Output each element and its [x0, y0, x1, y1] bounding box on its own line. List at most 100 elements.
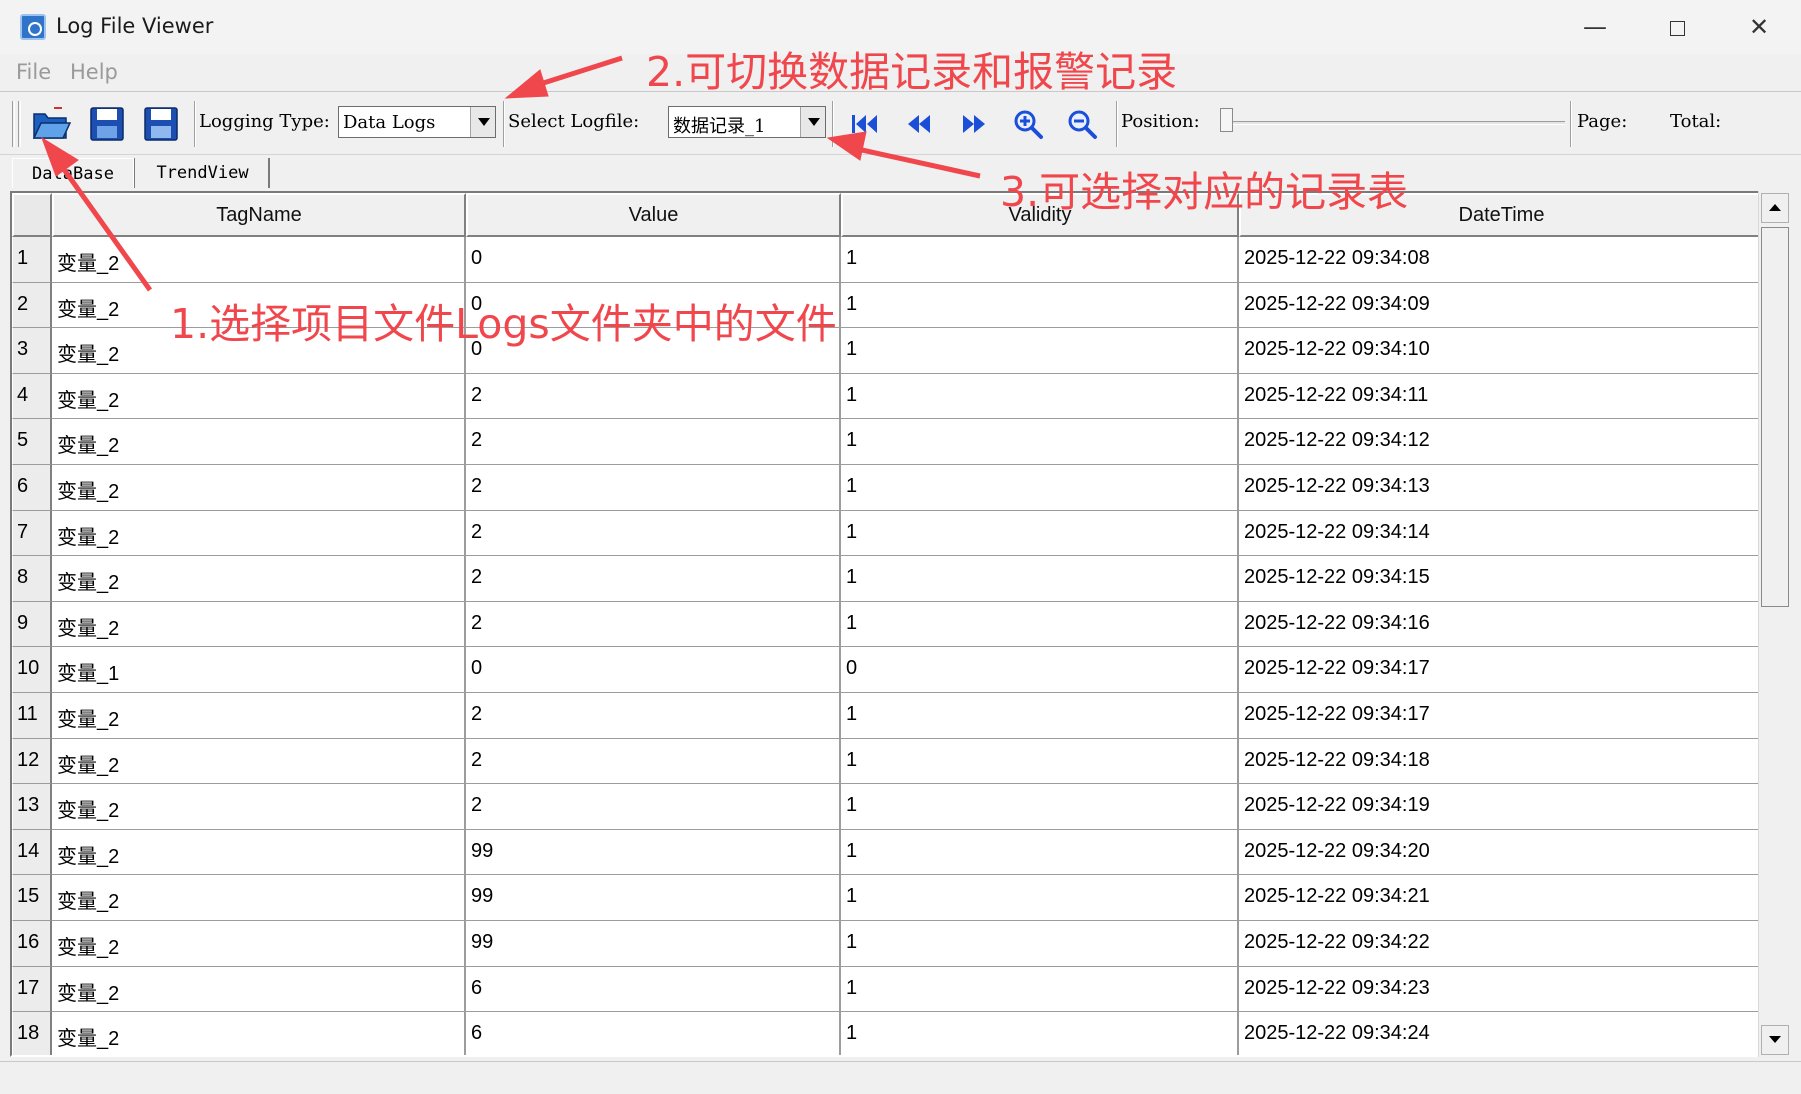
table-row[interactable]: 5 变量_2 2 1 2025-12-22 09:34:12 [12, 419, 1761, 465]
logging-type-select[interactable]: Data Logs [338, 106, 496, 138]
cell-value[interactable]: 99 [466, 829, 841, 876]
cell-tagname[interactable]: 变量_2 [52, 510, 466, 557]
minimize-button[interactable]: — [1565, 10, 1625, 44]
table-row[interactable]: 14 变量_2 99 1 2025-12-22 09:34:20 [12, 829, 1761, 876]
cell-tagname[interactable]: 变量_1 [52, 647, 466, 693]
cell-validity[interactable]: 1 [841, 282, 1239, 329]
cell-validity[interactable]: 1 [841, 875, 1239, 921]
cell-value[interactable]: 2 [466, 693, 841, 739]
save-button[interactable] [86, 103, 128, 145]
cell-validity[interactable]: 1 [841, 465, 1239, 511]
cell-datetime[interactable]: 2025-12-22 09:34:20 [1239, 830, 1761, 876]
zoom-out-icon[interactable] [1065, 107, 1099, 141]
column-header-value[interactable]: Value [466, 193, 841, 237]
row-number[interactable]: 11 [12, 693, 52, 739]
cell-datetime[interactable]: 2025-12-22 09:34:13 [1239, 465, 1761, 511]
chevron-down-icon[interactable] [470, 107, 496, 137]
table-row[interactable]: 9 变量_2 2 1 2025-12-22 09:34:16 [12, 601, 1761, 648]
cell-validity[interactable]: 1 [841, 601, 1239, 648]
table-row[interactable]: 10 变量_1 0 0 2025-12-22 09:34:17 [12, 647, 1761, 693]
cell-datetime[interactable]: 2025-12-22 09:34:08 [1239, 237, 1761, 283]
scroll-down-icon[interactable] [1761, 1025, 1789, 1055]
table-row[interactable]: 16 变量_2 99 1 2025-12-22 09:34:22 [12, 921, 1761, 967]
cell-datetime[interactable]: 2025-12-22 09:34:17 [1239, 647, 1761, 693]
cell-datetime[interactable]: 2025-12-22 09:34:10 [1239, 328, 1761, 374]
maximize-button[interactable] [1647, 10, 1707, 44]
vertical-scrollbar[interactable] [1758, 191, 1791, 1057]
table-row[interactable]: 18 变量_2 6 1 2025-12-22 09:34:24 [12, 1012, 1761, 1055]
cell-value[interactable]: 2 [466, 738, 841, 785]
cell-tagname[interactable]: 变量_2 [52, 966, 466, 1013]
cell-value[interactable]: 2 [466, 510, 841, 557]
cell-value[interactable]: 2 [466, 419, 841, 465]
cell-validity[interactable]: 1 [841, 419, 1239, 465]
select-logfile-select[interactable]: 数据记录_1 [668, 106, 826, 138]
cell-validity[interactable]: 1 [841, 328, 1239, 374]
cell-validity[interactable]: 1 [841, 237, 1239, 283]
cell-tagname[interactable]: 变量_2 [52, 237, 466, 283]
row-number[interactable]: 13 [12, 784, 52, 830]
table-row[interactable]: 17 变量_2 6 1 2025-12-22 09:34:23 [12, 966, 1761, 1013]
row-number[interactable]: 16 [12, 921, 52, 967]
cell-tagname[interactable]: 变量_2 [52, 693, 466, 739]
cell-tagname[interactable]: 变量_2 [52, 373, 466, 420]
row-number[interactable]: 18 [12, 1012, 52, 1055]
chevron-down-icon[interactable] [800, 107, 826, 137]
cell-tagname[interactable]: 变量_2 [52, 784, 466, 830]
cell-value[interactable]: 99 [466, 875, 841, 921]
row-number[interactable]: 15 [12, 875, 52, 921]
cell-tagname[interactable]: 变量_2 [52, 875, 466, 921]
cell-datetime[interactable]: 2025-12-22 09:34:12 [1239, 419, 1761, 465]
table-row[interactable]: 11 变量_2 2 1 2025-12-22 09:34:17 [12, 693, 1761, 739]
cell-validity[interactable]: 1 [841, 738, 1239, 785]
cell-validity[interactable]: 1 [841, 966, 1239, 1013]
cell-datetime[interactable]: 2025-12-22 09:34:09 [1239, 283, 1761, 329]
table-corner[interactable] [12, 193, 52, 237]
cell-validity[interactable]: 1 [841, 784, 1239, 830]
row-number[interactable]: 7 [12, 510, 52, 557]
cell-tagname[interactable]: 变量_2 [52, 738, 466, 785]
cell-validity[interactable]: 1 [841, 1012, 1239, 1055]
cell-datetime[interactable]: 2025-12-22 09:34:11 [1239, 374, 1761, 420]
cell-validity[interactable]: 1 [841, 921, 1239, 967]
cell-value[interactable]: 6 [466, 1012, 841, 1055]
scroll-thumb[interactable] [1761, 227, 1789, 607]
cell-validity[interactable]: 1 [841, 510, 1239, 557]
row-number[interactable]: 5 [12, 419, 52, 465]
table-row[interactable]: 12 变量_2 2 1 2025-12-22 09:34:18 [12, 738, 1761, 785]
tab-trendview[interactable]: TrendView [137, 158, 270, 188]
cell-datetime[interactable]: 2025-12-22 09:34:18 [1239, 739, 1761, 785]
row-number[interactable]: 8 [12, 556, 52, 602]
table-row[interactable]: 4 变量_2 2 1 2025-12-22 09:34:11 [12, 373, 1761, 420]
table-row[interactable]: 7 变量_2 2 1 2025-12-22 09:34:14 [12, 510, 1761, 557]
cell-validity[interactable]: 1 [841, 829, 1239, 876]
cell-value[interactable]: 0 [466, 647, 841, 693]
row-number[interactable]: 9 [12, 601, 52, 648]
fast-forward-icon[interactable] [957, 107, 991, 141]
cell-tagname[interactable]: 变量_2 [52, 419, 466, 465]
save-as-button[interactable] [140, 103, 182, 145]
cell-validity[interactable]: 0 [841, 647, 1239, 693]
menu-file[interactable]: File [16, 60, 51, 84]
table-row[interactable]: 8 变量_2 2 1 2025-12-22 09:34:15 [12, 556, 1761, 602]
cell-datetime[interactable]: 2025-12-22 09:34:16 [1239, 602, 1761, 648]
cell-value[interactable]: 2 [466, 373, 841, 420]
cell-tagname[interactable]: 变量_2 [52, 601, 466, 648]
row-number[interactable]: 1 [12, 237, 52, 283]
cell-datetime[interactable]: 2025-12-22 09:34:15 [1239, 556, 1761, 602]
cell-value[interactable]: 2 [466, 784, 841, 830]
cell-validity[interactable]: 1 [841, 373, 1239, 420]
zoom-in-icon[interactable] [1011, 107, 1045, 141]
table-row[interactable]: 1 变量_2 0 1 2025-12-22 09:34:08 [12, 237, 1761, 283]
cell-datetime[interactable]: 2025-12-22 09:34:21 [1239, 875, 1761, 921]
cell-tagname[interactable]: 变量_2 [52, 1012, 466, 1055]
cell-value[interactable]: 2 [466, 601, 841, 648]
cell-value[interactable]: 6 [466, 966, 841, 1013]
rewind-icon[interactable] [902, 107, 936, 141]
cell-datetime[interactable]: 2025-12-22 09:34:24 [1239, 1012, 1761, 1055]
cell-value[interactable]: 2 [466, 465, 841, 511]
cell-tagname[interactable]: 变量_2 [52, 921, 466, 967]
column-header-tagname[interactable]: TagName [52, 193, 466, 237]
row-number[interactable]: 4 [12, 373, 52, 420]
cell-datetime[interactable]: 2025-12-22 09:34:14 [1239, 511, 1761, 557]
